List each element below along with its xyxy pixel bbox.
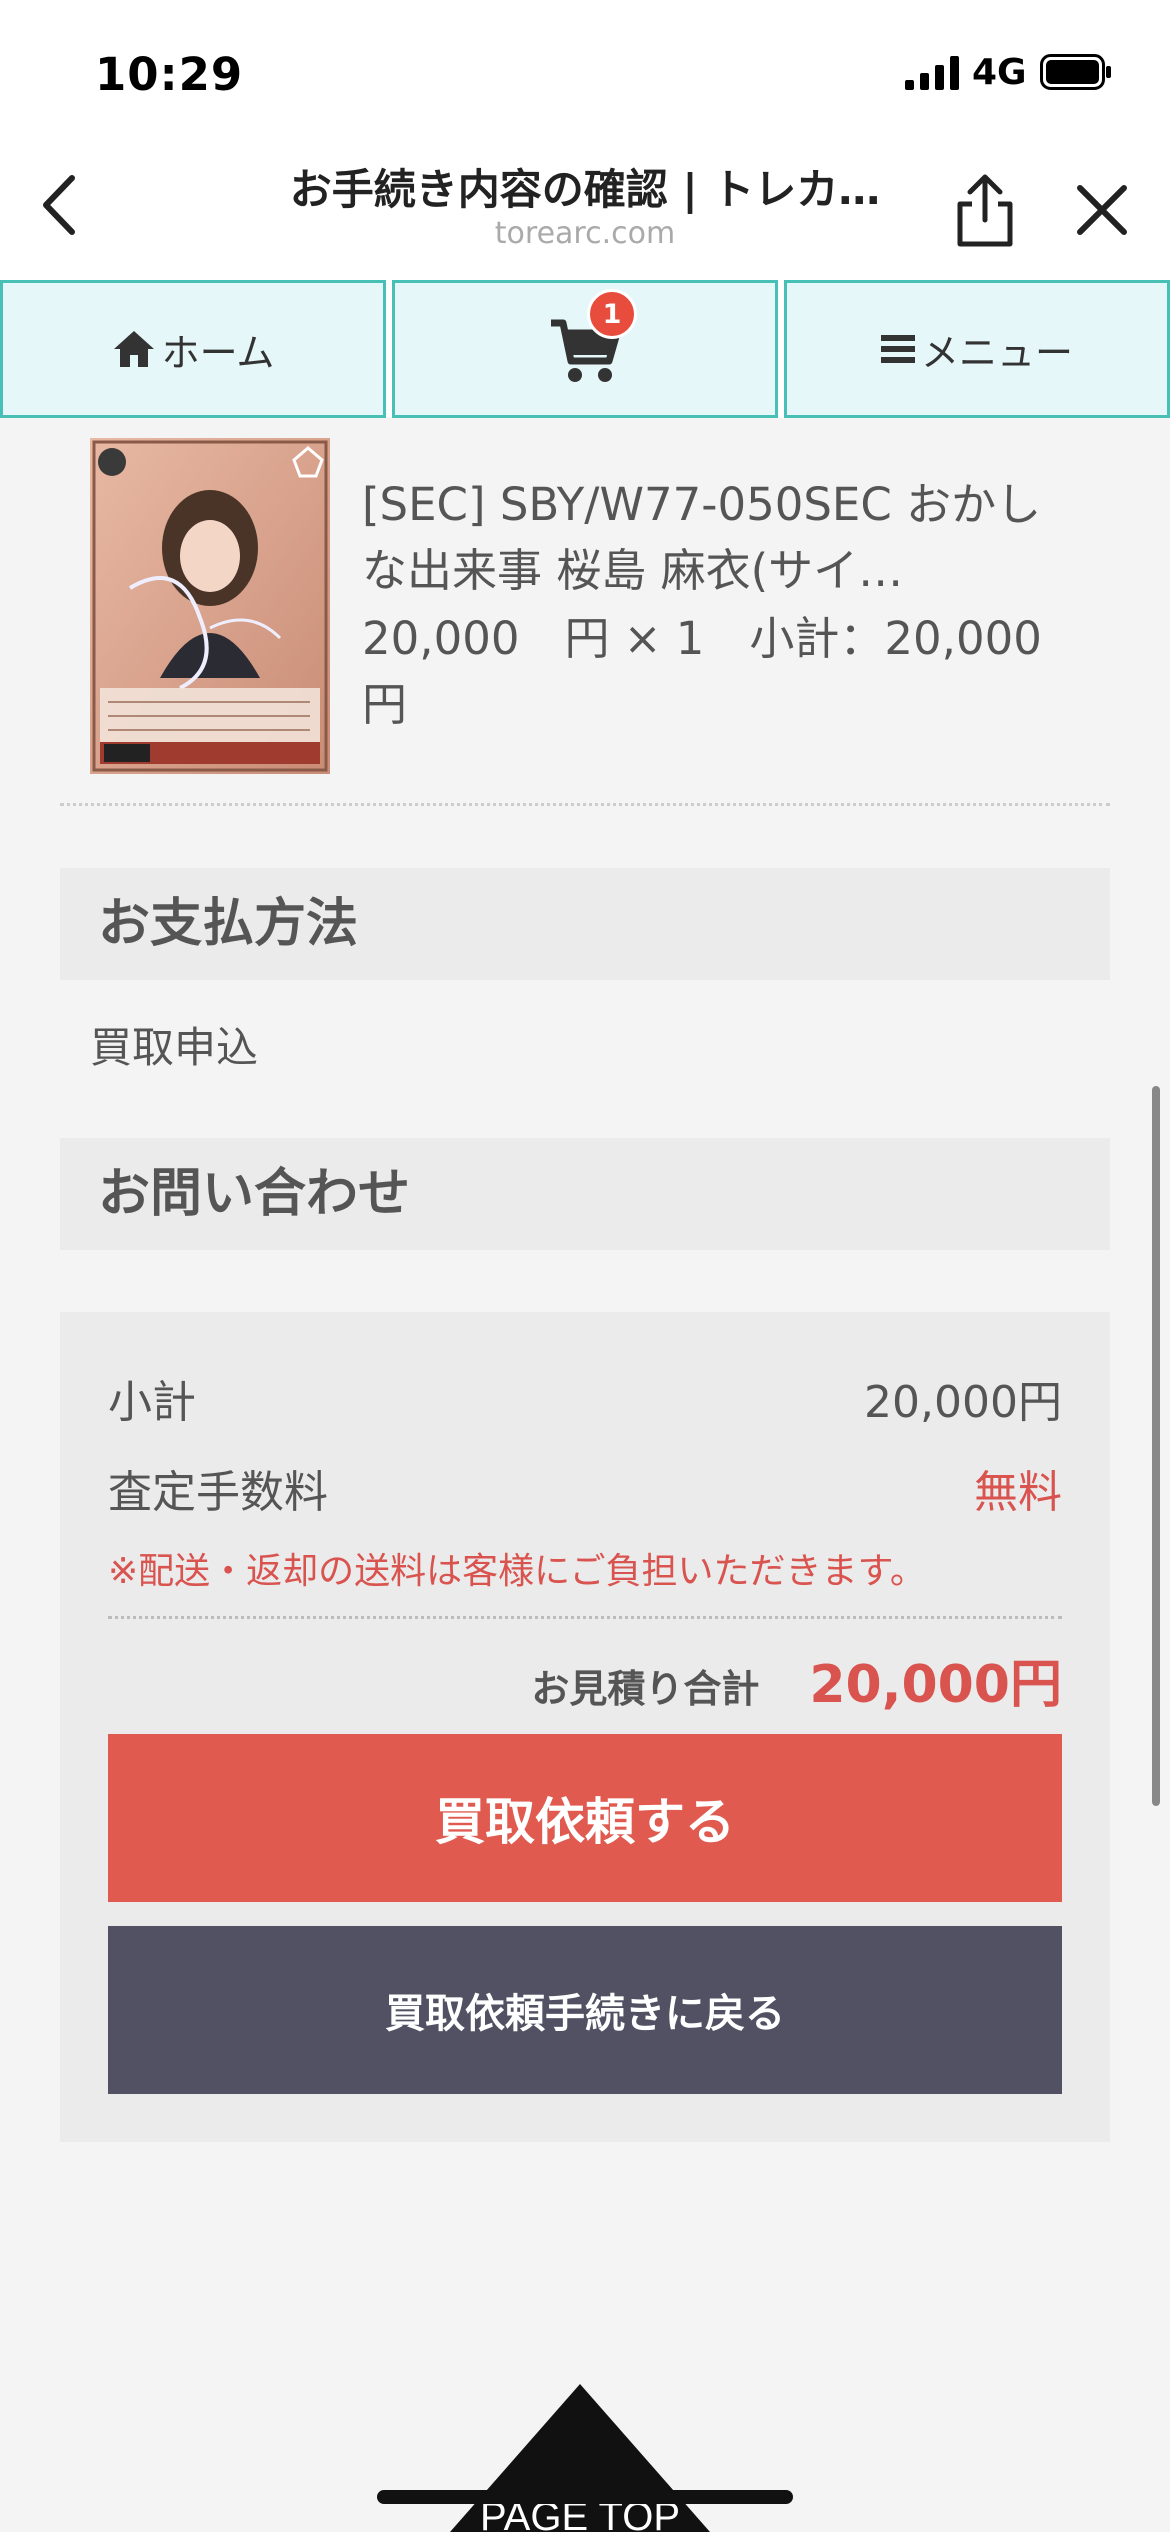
tab-menu-label: メニュー xyxy=(920,330,1073,375)
subtotal-row: 小計 20,000円 xyxy=(108,1366,1062,1430)
page-title: お手続き内容の確認 | トレカ… xyxy=(289,165,881,214)
home-indicator xyxy=(377,2490,793,2504)
total-label: お見積り合計 xyxy=(531,1667,760,1711)
browser-header: お手続き内容の確認 | トレカ… torearc.com xyxy=(0,140,1170,280)
shipping-note: ※配送・返却の送料は客様にご負担いただきます。 xyxy=(108,1551,926,1592)
home-icon xyxy=(113,331,154,367)
summary-divider xyxy=(108,1616,1062,1619)
tab-cart[interactable]: 1 xyxy=(392,280,778,418)
product-price-line: 20,000 円 × 1 小計：20,000 円 xyxy=(362,612,1087,731)
total-value: 20,000円 xyxy=(809,1655,1062,1715)
back-to-buyback-button[interactable]: 買取依頼手続きに戻る xyxy=(108,1926,1062,2094)
status-bar: 10:29 4G xyxy=(0,0,1170,140)
order-item: [SEC] SBY/W77-050SEC おかしな出来事 桜島 麻衣(サイ… 2… xyxy=(60,418,1110,806)
product-card-image[interactable] xyxy=(90,438,330,774)
fee-label: 査定手数料 xyxy=(108,1467,328,1518)
payment-method-value: 買取申込 xyxy=(90,1023,259,1072)
hamburger-icon xyxy=(880,335,915,363)
submit-buyback-button[interactable]: 買取依頼する xyxy=(108,1734,1062,1902)
network-type: 4G xyxy=(972,52,1027,93)
page-top-button[interactable]: PAGE TOP xyxy=(450,2380,720,2532)
fee-value: 無料 xyxy=(974,1467,1062,1518)
payment-method-heading: お支払方法 xyxy=(60,868,1110,980)
estimate-total: お見積り合計 20,000円 xyxy=(531,1642,1062,1717)
close-icon[interactable] xyxy=(1072,180,1132,240)
subtotal-value: 20,000円 xyxy=(864,1377,1062,1428)
scrollbar[interactable] xyxy=(1152,1086,1160,1806)
inquiry-heading: お問い合わせ xyxy=(60,1138,1110,1250)
page-host: torearc.com xyxy=(494,216,676,251)
subtotal-label: 小計 xyxy=(108,1377,196,1428)
estimate-summary: 小計 20,000円 査定手数料 無料 ※配送・返却の送料は客様にご負担いただき… xyxy=(60,1312,1110,2142)
share-icon[interactable] xyxy=(950,172,1020,252)
battery-icon xyxy=(1040,54,1111,90)
status-time: 10:29 xyxy=(95,48,244,101)
tab-home-label: ホーム xyxy=(161,330,275,375)
back-chevron-icon[interactable] xyxy=(34,170,94,240)
product-name: [SEC] SBY/W77-050SEC おかしな出来事 桜島 麻衣(サイ… xyxy=(362,478,1042,597)
cellular-signal-icon xyxy=(905,56,959,90)
site-nav: ホーム 1 メニュー xyxy=(0,280,1170,418)
cart-count-badge: 1 xyxy=(587,289,637,339)
tab-home[interactable]: ホーム xyxy=(0,280,386,418)
cart: 1 xyxy=(547,289,637,387)
fee-row: 査定手数料 無料 xyxy=(108,1456,1062,1520)
tab-menu[interactable]: メニュー xyxy=(784,280,1170,418)
